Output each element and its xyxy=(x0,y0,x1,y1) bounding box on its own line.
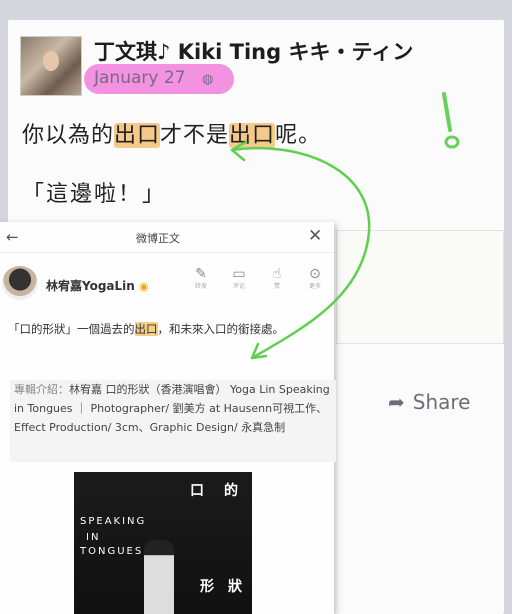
edit-icon: ✎ xyxy=(195,266,207,282)
action-label: 赞 xyxy=(273,283,280,290)
weibo-actions: ✎ 转发 ▭ 评论 ☝ 赞 ⊙ 更多 xyxy=(188,266,328,292)
exclamation-doodle xyxy=(442,92,460,149)
caption-lead: 專輯介紹： xyxy=(14,383,69,396)
album-english-title: TONGUES xyxy=(80,546,144,557)
comment-icon: ▭ xyxy=(232,266,246,282)
like-button[interactable]: ☝ 赞 xyxy=(264,266,290,292)
highlighted-text: 出口 xyxy=(114,123,161,148)
close-icon[interactable]: ✕ xyxy=(308,226,322,246)
highlighted-text: 出口 xyxy=(134,322,158,336)
post-text-line2: 「這邊啦！」 xyxy=(22,182,167,207)
album-cover[interactable]: 口 的 形 狀 SPEAKING IN TONGUES xyxy=(74,472,252,614)
action-label: 转发 xyxy=(194,283,207,290)
album-title-char: 形 xyxy=(200,579,214,595)
post-date[interactable]: January 27 xyxy=(94,68,185,88)
action-label: 评论 xyxy=(232,283,245,290)
more-icon: ⊙ xyxy=(309,266,321,282)
highlighted-text: 出口 xyxy=(229,123,276,148)
poster-name[interactable]: 丁文琪♪ Kiki Ting キキ・ティン xyxy=(94,36,413,66)
weibo-avatar[interactable] xyxy=(2,266,38,300)
weibo-title: 微博正文 xyxy=(136,232,180,245)
link-preview-box[interactable] xyxy=(336,230,504,344)
repost-button[interactable]: ✎ 转发 xyxy=(188,266,214,292)
weibo-post-text: 「口的形狀」一個過去的出口，和未來入口的銜接處。 xyxy=(8,318,326,340)
album-english-title: IN xyxy=(86,532,101,543)
album-english-title: SPEAKING xyxy=(80,516,147,527)
album-title-char: 的 xyxy=(224,483,238,499)
album-art: 口 的 形 狀 SPEAKING IN TONGUES xyxy=(74,472,252,614)
share-arrow-icon: ➦ xyxy=(388,390,405,414)
post-text: 才不是 xyxy=(160,123,230,148)
post-text: 「口的形狀」一個過去的 xyxy=(8,322,135,336)
album-caption: 專輯介紹：林宥嘉 口的形狀（香港演唱會） Yoga Lin Speaking i… xyxy=(10,380,336,462)
like-icon: ☝ xyxy=(272,266,282,282)
share-label: Share xyxy=(412,390,471,414)
post-text: ，和未來入口的銜接處。 xyxy=(157,322,285,336)
album-title-char: 口 xyxy=(190,483,204,499)
avatar-face xyxy=(43,51,59,71)
weibo-username[interactable]: 林宥嘉YogaLin ◉ xyxy=(46,277,149,294)
action-label: 更多 xyxy=(308,283,321,290)
post-text-line1: 你以為的出口才不是出口呢。 xyxy=(22,117,321,149)
more-button[interactable]: ⊙ 更多 xyxy=(302,266,328,292)
weibo-username-text: 林宥嘉YogaLin xyxy=(46,279,135,293)
weibo-screenshot: ← 微博正文 ✕ 林宥嘉YogaLin ◉ ✎ 转发 ▭ 评论 ☝ 赞 ⊙ 更多 「口的… xyxy=(0,222,336,614)
back-arrow-icon[interactable]: ← xyxy=(6,228,19,246)
post-text: 呢。 xyxy=(275,123,322,148)
post-text: 你以為的 xyxy=(22,123,115,148)
weibo-header: ← 微博正文 ✕ xyxy=(0,222,334,253)
album-title-char: 狀 xyxy=(228,579,242,595)
avatar[interactable] xyxy=(20,36,82,96)
album-portrait xyxy=(144,540,174,614)
verified-badge-icon: ◉ xyxy=(139,280,149,293)
share-button[interactable]: ➦ Share xyxy=(388,390,470,414)
comment-button[interactable]: ▭ 评论 xyxy=(226,266,252,292)
globe-icon: ◍ xyxy=(202,72,214,87)
